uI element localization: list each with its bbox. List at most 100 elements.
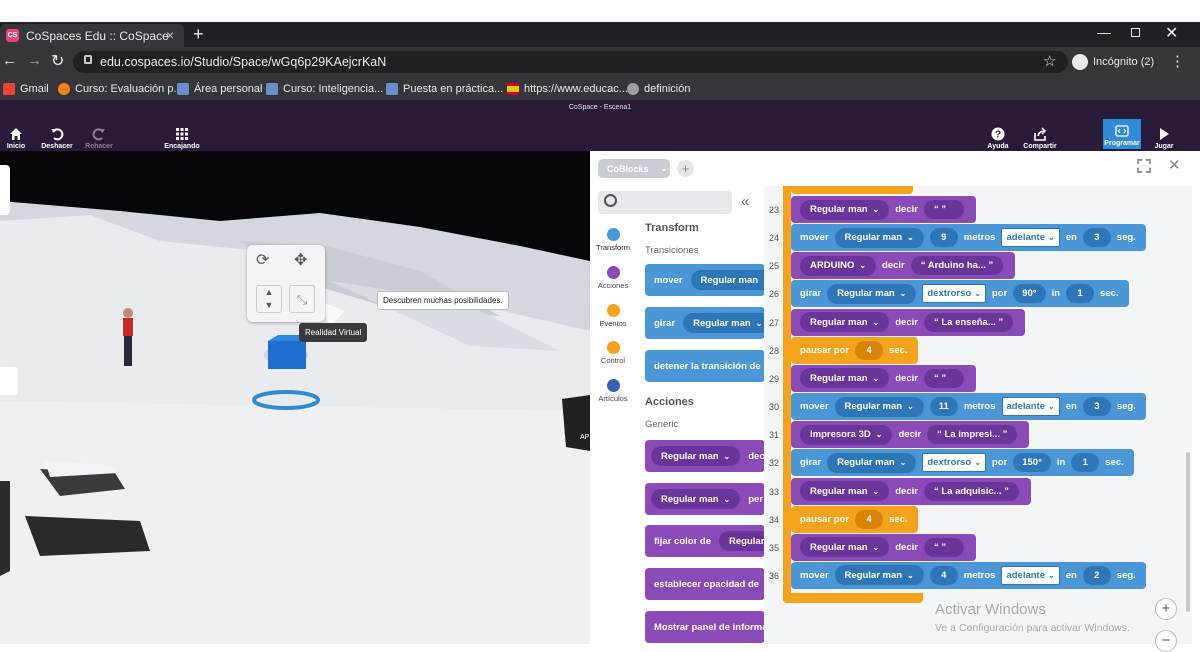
object-dropdown[interactable]: Impresora 3D ⌄: [800, 424, 893, 445]
object-dropdown[interactable]: Regular man⌄: [683, 313, 765, 333]
bookmark-gmail[interactable]: Gmail: [3, 81, 49, 97]
code-block-move[interactable]: mover Regular man ⌄ 11 metros adelante ⌄ en 3 seg…: [791, 393, 1146, 421]
say-text-input[interactable]: “ La impresi... ”: [927, 425, 1018, 445]
close-window-icon[interactable]: ✕: [1165, 23, 1178, 43]
say-text-input[interactable]: “ ”: [923, 368, 964, 388]
zoom-in-button[interactable]: +: [1155, 598, 1177, 620]
object-dropdown[interactable]: Regular man⌄: [834, 396, 924, 417]
duration-input[interactable]: 1: [1071, 453, 1100, 473]
object-dropdown[interactable]: Regular man⌄: [651, 489, 741, 509]
direction-dropdown[interactable]: adelante ⌄: [1001, 228, 1060, 248]
move-gizmo-icon[interactable]: ✥: [294, 250, 316, 272]
bookmark-curso-evaluacion[interactable]: Curso: Evaluación p...: [58, 81, 183, 97]
back-icon[interactable]: ←: [2, 52, 17, 69]
help-button[interactable]: ? Ayuda: [986, 118, 1010, 150]
forward-icon[interactable]: →: [27, 52, 42, 69]
code-block-turn[interactable]: girar Regular man ⌄ dextrorso ⌄ por 90° in 1 sec.: [791, 280, 1129, 308]
palette-block-set-color[interactable]: fijar color de Regular: [645, 525, 765, 557]
palette-block-think[interactable]: Regular man ⌄ per: [645, 483, 765, 515]
say-text-input[interactable]: “ La enseña... ”: [923, 312, 1014, 332]
undo-button[interactable]: Deshacer: [40, 118, 74, 150]
code-block-pause[interactable]: pausar por 4 sec.: [791, 336, 918, 364]
distance-input[interactable]: 9: [929, 228, 958, 248]
close-tab-icon[interactable]: ×: [166, 27, 174, 43]
code-block-turn[interactable]: girar Regular man ⌄ dextrorso ⌄ por 150° in 1 sec…: [791, 449, 1134, 477]
lift-gizmo-icon[interactable]: ▲ ▼: [256, 285, 282, 313]
say-text-input[interactable]: “ ”: [923, 200, 964, 219]
duration-input[interactable]: 1: [1066, 284, 1095, 304]
code-button[interactable]: Programar: [1103, 119, 1141, 149]
pause-duration-input[interactable]: 4: [855, 340, 884, 360]
direction-dropdown[interactable]: adelante ⌄: [1001, 397, 1060, 417]
snapping-button[interactable]: Encajando: [162, 118, 202, 150]
address-bar[interactable]: edu.cospaces.io/Studio/Space/wGq6p29KAej…: [73, 51, 1068, 73]
object-dropdown[interactable]: Regular man⌄: [827, 452, 917, 473]
rotation-direction-dropdown[interactable]: dextrorso ⌄: [922, 284, 986, 304]
palette-block-stop-transition[interactable]: detener la transición de: [645, 350, 765, 382]
angle-input[interactable]: 150°: [1013, 453, 1051, 473]
reload-icon[interactable]: ↻: [51, 51, 64, 71]
palette-search-input[interactable]: [598, 191, 732, 214]
palette-block-move[interactable]: mover Regular man⌄: [645, 264, 765, 296]
object-dropdown[interactable]: Regular man⌄: [827, 283, 917, 304]
distance-input[interactable]: 11: [929, 397, 958, 417]
bookmark-curso-inteligencia[interactable]: Curso: Inteligencia...: [266, 81, 383, 97]
code-block-say[interactable]: Impresora 3D ⌄ decir “ La impresi... ”: [791, 421, 1030, 449]
scale-gizmo-icon[interactable]: ⤡: [289, 285, 315, 313]
add-script-button[interactable]: +: [677, 160, 694, 177]
browser-tab[interactable]: CS CoSpaces Edu :: CoSpace ×: [0, 24, 184, 47]
category-items[interactable]: Artículos: [591, 379, 635, 415]
duration-input[interactable]: 3: [1082, 228, 1111, 248]
angle-input[interactable]: 90°: [1013, 284, 1046, 304]
bookmark-definicion[interactable]: definición: [627, 81, 690, 97]
minimize-icon[interactable]: —: [1097, 24, 1111, 40]
new-tab-icon[interactable]: +: [193, 24, 204, 45]
coblocks-tab[interactable]: CoBlocks ⌄: [598, 159, 670, 178]
palette-block-say[interactable]: Regular man ⌄ dec: [645, 440, 765, 472]
collapse-palette-icon[interactable]: «: [741, 193, 749, 210]
code-block-pause[interactable]: pausar por 4 sec.: [791, 505, 918, 533]
object-dropdown[interactable]: Regular man⌄: [834, 227, 924, 248]
left-scroll-handle[interactable]: [0, 367, 18, 395]
bookmark-star-icon[interactable]: ☆: [1043, 52, 1056, 70]
say-text-input[interactable]: “ La adquisic... ”: [923, 481, 1019, 501]
object-dropdown[interactable]: Regular man⌄: [651, 446, 741, 466]
bookmark-puesta-practica[interactable]: Puesta en práctica...: [386, 81, 503, 97]
object-dropdown[interactable]: Regular man⌄: [800, 312, 890, 333]
close-panel-icon[interactable]: ✕: [1168, 156, 1181, 174]
category-events[interactable]: Eventos: [591, 304, 635, 340]
fullscreen-icon[interactable]: [1137, 159, 1151, 173]
code-block-move[interactable]: mover Regular man ⌄ 9 metros adelante ⌄ en 3 seg.: [791, 224, 1146, 252]
play-button[interactable]: Jugar: [1152, 118, 1176, 150]
browser-menu-icon[interactable]: ⋮: [1170, 52, 1185, 70]
object-dropdown[interactable]: Regular: [719, 531, 765, 551]
code-block-say[interactable]: Regular man ⌄ decir “ ”: [791, 533, 976, 561]
say-text-input[interactable]: “ ”: [923, 537, 964, 557]
bookmark-educacion[interactable]: https://www.educac...: [507, 81, 628, 97]
code-block-move[interactable]: mover Regular man ⌄ 4 metros adelante ⌄ en 2 seg.: [791, 561, 1146, 589]
object-dropdown[interactable]: ARDUINO ⌄: [800, 255, 877, 276]
workspace-scrollbar[interactable]: [1186, 452, 1190, 612]
duration-input[interactable]: 2: [1082, 565, 1111, 585]
rotate-gizmo-icon[interactable]: ⟳: [256, 250, 278, 272]
category-control[interactable]: Control: [591, 341, 635, 377]
scene-viewport[interactable]: ⟳ ✥ ▲ ▼ ⤡ Realidad Virtual Descubren much…: [0, 151, 590, 644]
code-block-say[interactable]: Regular man ⌄ decir “ La adquisic... ”: [791, 477, 1031, 505]
direction-dropdown[interactable]: adelante ⌄: [1001, 565, 1060, 585]
share-button[interactable]: Compartir: [1022, 118, 1058, 150]
object-dropdown[interactable]: Regular man⌄: [690, 270, 765, 290]
rotation-direction-dropdown[interactable]: dextrorso ⌄: [922, 453, 986, 473]
say-text-input[interactable]: “ Arduino ha... ”: [910, 256, 1004, 276]
object-dropdown[interactable]: Regular man⌄: [800, 199, 890, 220]
code-block-say[interactable]: Regular man ⌄ decir “ La enseña... ”: [791, 308, 1026, 336]
palette-block-turn[interactable]: girar Regular man ⌄: [645, 307, 765, 339]
code-block-say[interactable]: ARDUINO ⌄ decir “ Arduino ha... ”: [791, 252, 1016, 280]
home-button[interactable]: Inicio: [4, 118, 28, 150]
duration-input[interactable]: 3: [1082, 397, 1111, 417]
object-dropdown[interactable]: Regular man⌄: [800, 481, 890, 501]
category-actions[interactable]: Acciones: [591, 266, 635, 302]
palette-block-info-panel[interactable]: Mostrar panel de informac: [645, 611, 765, 643]
bookmark-area-personal[interactable]: Área personal: [177, 81, 263, 97]
left-panel-handle[interactable]: [0, 165, 10, 215]
restore-icon[interactable]: [1131, 28, 1140, 37]
